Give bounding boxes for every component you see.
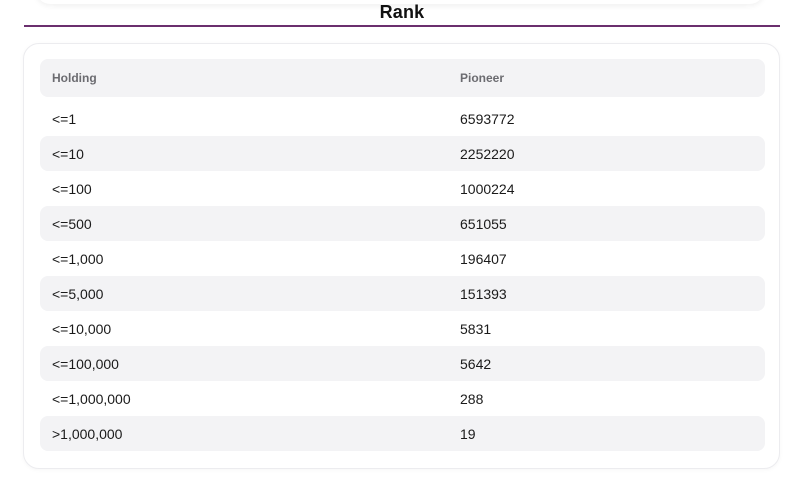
table-row: <=500 651055 xyxy=(40,206,765,241)
table-row: <=1 6593772 xyxy=(40,101,765,136)
pioneer-cell: 5831 xyxy=(460,320,492,337)
holdings-table: Holding Pioneer <=1 6593772 <=10 2252220… xyxy=(40,59,765,451)
table-row: <=100 1000224 xyxy=(40,171,765,206)
holdings-table-card: Holding Pioneer <=1 6593772 <=10 2252220… xyxy=(23,43,780,469)
pioneer-cell: 6593772 xyxy=(460,110,515,127)
pioneer-cell: 19 xyxy=(460,425,476,442)
holding-cell: <=1,000 xyxy=(52,250,104,267)
pioneer-cell: 651055 xyxy=(460,215,507,232)
table-row: <=10 2252220 xyxy=(40,136,765,171)
holding-cell: <=10,000 xyxy=(52,320,112,337)
table-row: <=1,000 196407 xyxy=(40,241,765,276)
table-row: >1,000,000 19 xyxy=(40,416,765,451)
holding-cell: <=5,000 xyxy=(52,285,104,302)
section-title: Rank xyxy=(379,2,425,22)
holding-cell: <=100 xyxy=(52,180,92,197)
pioneer-cell: 151393 xyxy=(460,285,507,302)
pioneer-cell: 2252220 xyxy=(460,145,515,162)
holding-cell: <=1 xyxy=(52,110,77,127)
holding-cell: <=1,000,000 xyxy=(52,390,131,407)
column-header-holding: Holding xyxy=(52,71,97,85)
column-header-pioneer: Pioneer xyxy=(460,71,505,85)
pioneer-cell: 288 xyxy=(460,390,484,407)
table-row: <=10,000 5831 xyxy=(40,311,765,346)
table-row: <=1,000,000 288 xyxy=(40,381,765,416)
holding-cell: <=100,000 xyxy=(52,355,119,372)
holding-cell: <=500 xyxy=(52,215,92,232)
pioneer-cell: 5642 xyxy=(460,355,492,372)
table-header-row: Holding Pioneer xyxy=(40,59,765,97)
section-header: Rank xyxy=(24,0,780,27)
table-row: <=5,000 151393 xyxy=(40,276,765,311)
holding-cell: >1,000,000 xyxy=(52,425,123,442)
pioneer-cell: 1000224 xyxy=(460,180,515,197)
pioneer-cell: 196407 xyxy=(460,250,507,267)
holding-cell: <=10 xyxy=(52,145,84,162)
table-row: <=100,000 5642 xyxy=(40,346,765,381)
